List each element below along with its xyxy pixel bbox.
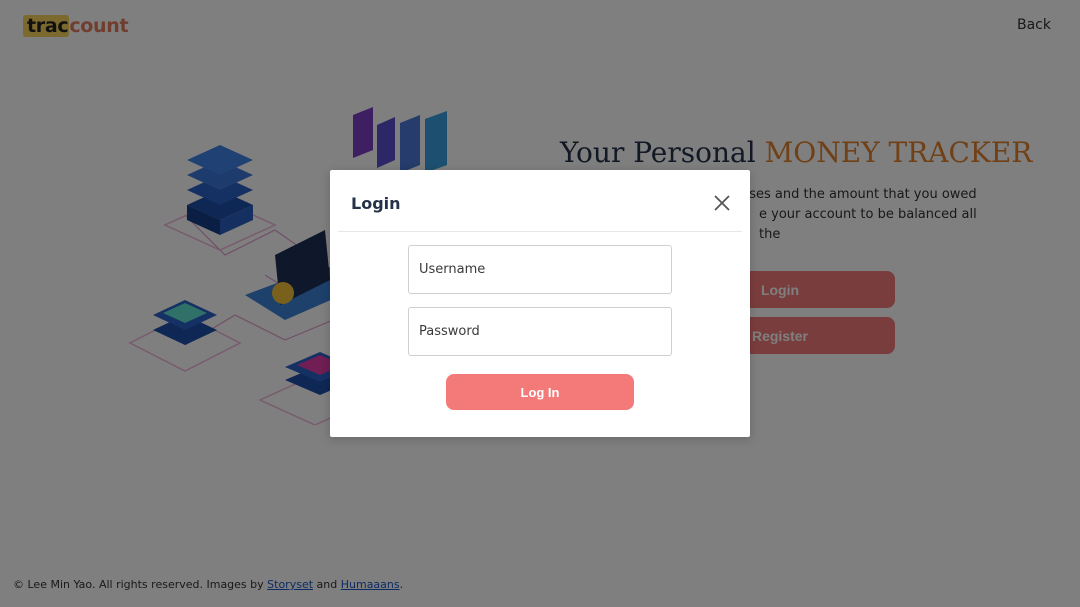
login-submit-button[interactable]: Log In <box>446 374 634 410</box>
password-input[interactable] <box>408 307 672 356</box>
username-input[interactable] <box>408 245 672 294</box>
modal-divider <box>338 231 742 232</box>
login-modal: Login Log In <box>330 170 750 437</box>
modal-title: Login <box>351 194 401 213</box>
close-button[interactable] <box>712 193 732 213</box>
close-icon <box>714 195 730 211</box>
